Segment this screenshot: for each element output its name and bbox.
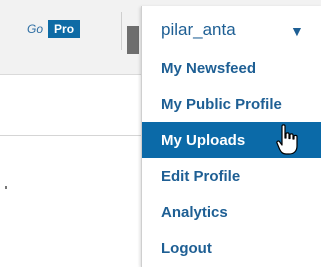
menu-item-label: Edit Profile — [161, 167, 241, 185]
go-label: Go — [27, 22, 44, 36]
menu-item-label: Analytics — [161, 203, 228, 221]
menu-item-label: My Newsfeed — [161, 59, 257, 77]
menu-item-label: My Public Profile — [161, 95, 282, 113]
menu-item-label: My Uploads — [161, 131, 246, 149]
menu-item-edit-profile[interactable]: Edit Profile — [142, 158, 321, 194]
pro-badge: Pro — [48, 20, 81, 38]
content-divider — [0, 135, 145, 136]
text-fragment — [5, 186, 7, 189]
menu-item-my-newsfeed[interactable]: My Newsfeed — [142, 50, 321, 86]
user-dropdown-menu: pilar_anta ▼ My Newsfeed My Public Profi… — [141, 6, 321, 267]
menu-item-analytics[interactable]: Analytics — [142, 194, 321, 230]
menu-item-my-uploads[interactable]: My Uploads — [142, 122, 321, 158]
header-divider — [121, 12, 122, 50]
avatar-edge — [127, 26, 139, 54]
hand-pointer-icon — [276, 124, 298, 155]
menu-item-label: Logout — [161, 239, 212, 257]
go-pro-link[interactable]: Go Pro — [27, 20, 81, 38]
user-menu-toggle[interactable]: pilar_anta ▼ — [142, 6, 321, 50]
menu-item-my-public-profile[interactable]: My Public Profile — [142, 86, 321, 122]
menu-item-logout[interactable]: Logout — [142, 230, 321, 266]
caret-down-icon: ▼ — [290, 23, 304, 39]
username: pilar_anta — [161, 20, 236, 39]
